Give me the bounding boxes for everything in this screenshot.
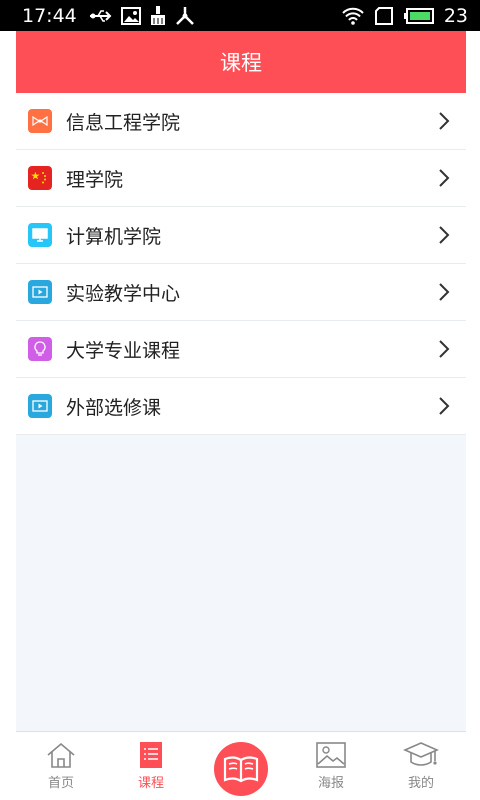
chevron-right-icon: [438, 282, 450, 302]
broom-icon: [150, 5, 165, 25]
sim-card-icon: [374, 6, 393, 25]
app-frame: 课程 信息工程学院 理学院 计算机学院 实验教学中心 大学专业课程 外部选修课 …: [16, 31, 466, 800]
course-list: 信息工程学院 理学院 计算机学院 实验教学中心 大学专业课程 外部选修课: [16, 93, 466, 435]
image-icon: [316, 742, 346, 768]
status-bar: 17:44 23: [0, 0, 480, 31]
bowtie-icon: [28, 109, 52, 133]
course-item-university-majors[interactable]: 大学专业课程: [16, 321, 466, 378]
chevron-right-icon: [438, 396, 450, 416]
video-screen-icon: [28, 394, 52, 418]
course-item-info-engineering[interactable]: 信息工程学院: [16, 93, 466, 150]
course-item-label: 计算机学院: [66, 225, 162, 248]
course-item-label: 大学专业课程: [66, 339, 181, 362]
share-icon: [175, 6, 194, 25]
course-item-label: 外部选修课: [66, 396, 162, 419]
battery-percent: 23: [443, 4, 468, 27]
home-icon: [47, 742, 75, 768]
bottom-tab-bar: 首页 课程 海报 我的: [16, 731, 466, 800]
status-icons: [89, 5, 195, 26]
tab-label: 海报: [317, 776, 344, 791]
video-screen-icon: [28, 280, 52, 304]
tab-home[interactable]: 首页: [16, 732, 106, 800]
chevron-right-icon: [438, 339, 450, 359]
battery-icon: [403, 7, 434, 24]
tab-courses[interactable]: 课程: [106, 732, 196, 800]
wifi-icon: [342, 7, 364, 25]
course-item-label: 理学院: [66, 168, 124, 191]
status-right: 23: [342, 5, 468, 27]
chevron-right-icon: [438, 225, 450, 245]
flag-icon: [28, 166, 52, 190]
tab-label: 首页: [47, 776, 74, 791]
monitor-icon: [28, 223, 52, 247]
course-item-experiment-center[interactable]: 实验教学中心: [16, 264, 466, 321]
gallery-icon: [120, 6, 141, 25]
tab-posters[interactable]: 海报: [286, 732, 376, 800]
course-item-external-electives[interactable]: 外部选修课: [16, 378, 466, 435]
lightbulb-icon: [28, 337, 52, 361]
book-icon: [223, 756, 259, 783]
tab-label: 我的: [407, 776, 434, 791]
course-item-science[interactable]: 理学院: [16, 150, 466, 207]
chevron-right-icon: [438, 111, 450, 131]
graduation-cap-icon: [403, 742, 439, 766]
tab-label: 课程: [137, 776, 164, 791]
page-title: 课程: [220, 51, 262, 75]
list-icon: [140, 742, 162, 768]
usb-icon: [89, 9, 112, 22]
title-bar: 课程: [16, 31, 466, 93]
course-item-label: 信息工程学院: [66, 111, 181, 134]
tab-center-book[interactable]: [196, 732, 286, 800]
chevron-right-icon: [438, 168, 450, 188]
status-time: 17:44: [22, 4, 77, 27]
tab-mine[interactable]: 我的: [376, 732, 466, 800]
center-action-button[interactable]: [214, 742, 268, 796]
course-item-computer-science[interactable]: 计算机学院: [16, 207, 466, 264]
course-item-label: 实验教学中心: [66, 282, 181, 305]
